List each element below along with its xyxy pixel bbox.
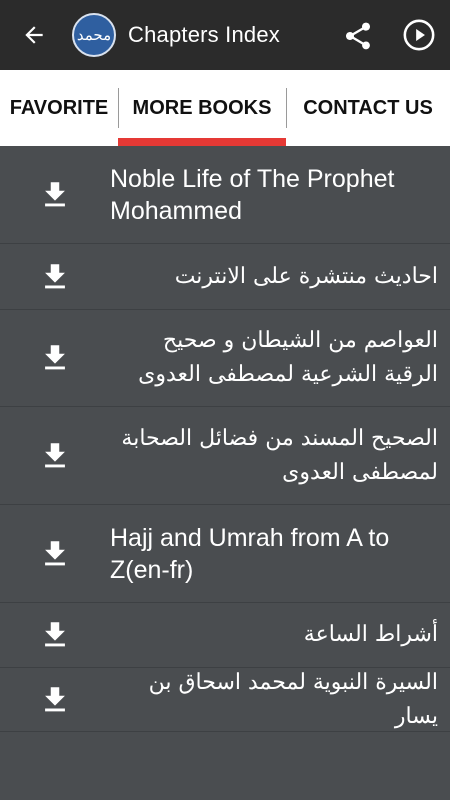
book-row[interactable]: Noble Life of The Prophet Mohammed (0, 146, 450, 244)
tab-favorite[interactable]: FAVORITE (0, 70, 118, 146)
tab-bar: FAVORITE MORE BOOKS CONTACT US (0, 70, 450, 146)
app-logo: محمد (72, 13, 116, 57)
download-button[interactable] (0, 260, 110, 294)
book-list: Noble Life of The Prophet Mohammed احادي… (0, 146, 450, 732)
download-icon (45, 181, 65, 206)
download-icon (45, 345, 65, 370)
download-icon (45, 622, 65, 647)
download-button[interactable] (0, 683, 110, 717)
book-title: احاديث منتشرة على الانترنت (174, 263, 438, 289)
back-button[interactable] (14, 15, 54, 55)
book-title: الصحيح المسند من فضائل الصحابة لمصطفى ال… (121, 425, 438, 485)
page-title: Chapters Index (128, 22, 280, 47)
download-icon (45, 263, 65, 288)
book-row[interactable]: الصحيح المسند من فضائل الصحابة لمصطفى ال… (0, 407, 450, 505)
book-title: العواصم من الشيطان و صحيح الرقية الشرعية… (138, 328, 438, 387)
book-row[interactable]: احاديث منتشرة على الانترنت (0, 244, 450, 310)
download-button[interactable] (0, 618, 110, 652)
book-title: Hajj and Umrah from A to Z(en-fr) (110, 523, 390, 584)
tab-contact-us[interactable]: CONTACT US (286, 70, 450, 146)
book-row[interactable]: العواصم من الشيطان و صحيح الرقية الشرعية… (0, 310, 450, 407)
book-title: Noble Life of The Prophet Mohammed (110, 164, 395, 225)
download-icon (45, 686, 65, 711)
download-icon (45, 540, 65, 565)
tab-more-books[interactable]: MORE BOOKS (118, 70, 286, 146)
book-row[interactable]: السيرة النبوية لمحمد اسحاق بن يسار (0, 668, 450, 732)
download-button[interactable] (0, 341, 110, 375)
download-button[interactable] (0, 439, 110, 473)
book-row[interactable]: أشراط الساعة (0, 603, 450, 668)
app-bar: محمد Chapters Index (0, 0, 450, 70)
download-icon (45, 442, 65, 467)
book-title: أشراط الساعة (303, 622, 438, 647)
back-arrow-icon (25, 26, 43, 44)
download-button[interactable] (0, 178, 110, 212)
book-title: السيرة النبوية لمحمد اسحاق بن يسار (148, 669, 438, 729)
share-icon[interactable] (342, 20, 374, 52)
download-button[interactable] (0, 537, 110, 571)
logo-text: محمد (76, 26, 112, 44)
book-row[interactable]: Hajj and Umrah from A to Z(en-fr) (0, 505, 450, 603)
play-icon[interactable] (402, 18, 436, 52)
